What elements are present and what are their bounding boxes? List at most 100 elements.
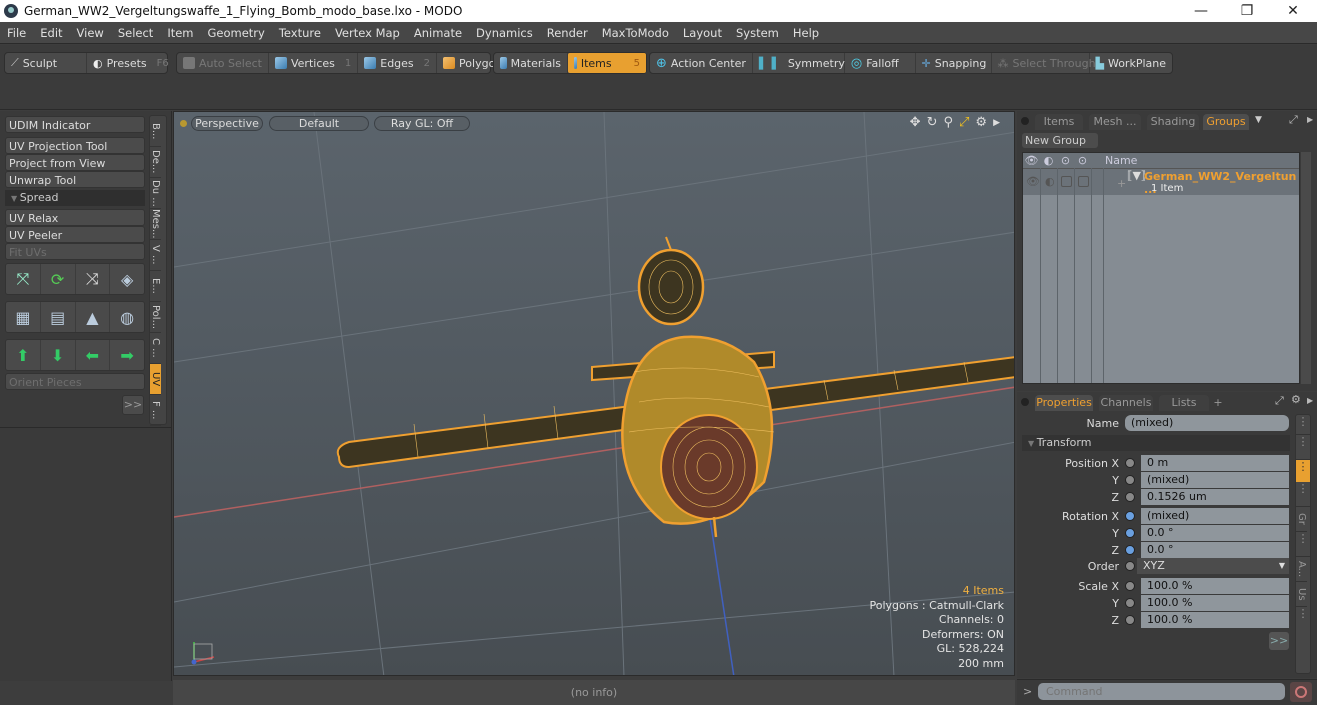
- position-x-field[interactable]: 0 m: [1141, 455, 1289, 471]
- zoom-view-icon[interactable]: ⚲: [943, 115, 953, 131]
- edges-button[interactable]: Edges 2: [358, 53, 438, 73]
- menu-texture[interactable]: Texture: [272, 26, 328, 40]
- uv-peeler-button[interactable]: UV Peeler: [5, 226, 145, 243]
- scale-uv-icon[interactable]: ⤨: [76, 264, 111, 294]
- menu-file[interactable]: File: [0, 26, 33, 40]
- vtab-edge[interactable]: E...: [150, 271, 161, 302]
- props-expand-icon[interactable]: ⤢: [1275, 394, 1284, 408]
- expand-row-icon[interactable]: +: [1117, 177, 1126, 190]
- rotation-z-key[interactable]: [1125, 545, 1135, 555]
- command-input[interactable]: [1038, 683, 1285, 700]
- menu-render[interactable]: Render: [540, 26, 595, 40]
- order-select[interactable]: XYZ ▼: [1137, 558, 1289, 574]
- record-macro-button[interactable]: [1290, 682, 1312, 702]
- unwrap-tool-button[interactable]: Unwrap Tool: [5, 171, 145, 188]
- rotation-x-key[interactable]: [1125, 511, 1135, 521]
- scale-z-key[interactable]: [1125, 615, 1135, 625]
- side-tab-9[interactable]: ⋮: [1296, 607, 1310, 632]
- menu-view[interactable]: View: [70, 26, 111, 40]
- perspective-grid-icon[interactable]: ▲: [76, 302, 111, 332]
- vtab-basic[interactable]: B...: [150, 116, 161, 147]
- render-col-icon[interactable]: ◐: [1040, 154, 1057, 167]
- side-tab-active[interactable]: ⋮: [1296, 460, 1310, 482]
- tab-lists[interactable]: Lists: [1159, 395, 1209, 411]
- vtab-polygon[interactable]: Pol...: [150, 302, 161, 333]
- vtab-duplicate[interactable]: Du ...: [150, 178, 161, 209]
- rotation-y-key[interactable]: [1125, 528, 1135, 538]
- scale-x-key[interactable]: [1125, 581, 1135, 591]
- panel-menu-dot[interactable]: [1021, 117, 1029, 125]
- props-settings-icon[interactable]: ⚙: [1291, 393, 1301, 406]
- shading-default-dropdown[interactable]: Default: [269, 116, 369, 131]
- scale-z-field[interactable]: 100.0 %: [1141, 612, 1289, 628]
- 3d-viewport[interactable]: Perspective Default Ray GL: Off ✥ ↻ ⚲ ⤢ …: [173, 111, 1015, 676]
- workplane-button[interactable]: ▙ WorkPlane: [1090, 53, 1173, 73]
- symmetry-button[interactable]: ▌▐ Symmetry: [753, 53, 845, 73]
- row-render-icon[interactable]: ◐: [1045, 175, 1055, 188]
- fit-uvs-button[interactable]: Fit UVs: [5, 243, 145, 260]
- position-y-field[interactable]: (mixed): [1141, 472, 1289, 488]
- rotation-z-field[interactable]: 0.0 °: [1141, 542, 1289, 558]
- position-z-key[interactable]: [1125, 492, 1135, 502]
- cube-map-icon[interactable]: ▦: [6, 302, 41, 332]
- planar-grid-icon[interactable]: ▤: [41, 302, 76, 332]
- uv-relax-button[interactable]: UV Relax: [5, 209, 145, 226]
- side-tab-1[interactable]: ⋮: [1296, 415, 1310, 435]
- position-y-key[interactable]: [1125, 475, 1135, 485]
- restore-button[interactable]: ❐: [1224, 0, 1270, 22]
- tab-properties[interactable]: Properties: [1035, 395, 1093, 411]
- menu-vertex-map[interactable]: Vertex Map: [328, 26, 407, 40]
- maximize-view-icon[interactable]: ⤢: [959, 115, 969, 131]
- vertices-button[interactable]: Vertices 1: [269, 53, 359, 73]
- props-more-icon[interactable]: ▶: [1307, 396, 1313, 405]
- lock-col-icon[interactable]: ⊙: [1057, 154, 1074, 167]
- name-column-header[interactable]: Name: [1105, 154, 1137, 167]
- pan-icon[interactable]: ✥: [910, 115, 921, 131]
- side-tab-2[interactable]: ⋮: [1296, 435, 1310, 460]
- viewport-more-icon[interactable]: ▶: [993, 115, 1000, 131]
- side-tab-6[interactable]: ⋮: [1296, 532, 1310, 557]
- viewport-settings-icon[interactable]: ⚙: [975, 115, 987, 131]
- align-top-icon[interactable]: ⬆: [6, 340, 41, 370]
- menu-edit[interactable]: Edit: [33, 26, 69, 40]
- menu-maxtomodo[interactable]: MaxToModo: [595, 26, 676, 40]
- scale-y-field[interactable]: 100.0 %: [1141, 595, 1289, 611]
- uv-projection-tool-button[interactable]: UV Projection Tool: [5, 137, 145, 154]
- tab-groups[interactable]: Groups: [1203, 114, 1249, 130]
- items-button[interactable]: Items 5: [568, 53, 646, 73]
- move-uv-icon[interactable]: ⤧: [6, 264, 41, 294]
- raygl-toggle[interactable]: Ray GL: Off: [374, 116, 470, 131]
- vtab-deform[interactable]: De...: [150, 147, 161, 178]
- row-visibility-icon[interactable]: 👁: [1026, 175, 1040, 188]
- expand-panel-icon[interactable]: ⤢: [1289, 113, 1298, 127]
- mirror-uv-icon[interactable]: ◈: [110, 264, 144, 294]
- more-tools-button[interactable]: >>: [122, 395, 144, 415]
- order-key[interactable]: [1125, 561, 1135, 571]
- menu-item[interactable]: Item: [160, 26, 200, 40]
- align-bottom-icon[interactable]: ⬇: [41, 340, 76, 370]
- groups-scrollbar[interactable]: [1301, 152, 1311, 384]
- menu-help[interactable]: Help: [786, 26, 826, 40]
- menu-select[interactable]: Select: [111, 26, 160, 40]
- side-tab-a[interactable]: A...: [1296, 557, 1307, 582]
- tab-shading[interactable]: Shading: [1147, 114, 1199, 130]
- select-through-button[interactable]: ⁂ Select Through: [992, 53, 1096, 73]
- side-tab-4[interactable]: ⋮: [1296, 482, 1310, 507]
- spread-section[interactable]: ▼ Spread: [5, 190, 145, 206]
- add-tab-button[interactable]: +: [1211, 395, 1225, 411]
- side-tab-us[interactable]: Us: [1296, 582, 1307, 607]
- panel-more-icon[interactable]: ▶: [1307, 115, 1313, 124]
- rotation-y-field[interactable]: 0.0 °: [1141, 525, 1289, 541]
- menu-layout[interactable]: Layout: [676, 26, 729, 40]
- sculpt-button[interactable]: ⟋ Sculpt: [5, 53, 87, 73]
- rotation-x-field[interactable]: (mixed): [1141, 508, 1289, 524]
- side-tab-gr[interactable]: Gr: [1296, 507, 1307, 532]
- flying-bomb-model[interactable]: [336, 236, 1015, 538]
- close-button[interactable]: ✕: [1270, 0, 1316, 22]
- props-menu-dot[interactable]: [1021, 398, 1029, 406]
- menu-animate[interactable]: Animate: [407, 26, 469, 40]
- props-more-button[interactable]: >>: [1269, 632, 1289, 650]
- select-col-icon[interactable]: ⊙: [1074, 154, 1091, 167]
- orient-pieces-button[interactable]: Orient Pieces: [5, 373, 145, 390]
- materials-button[interactable]: Materials: [494, 53, 568, 73]
